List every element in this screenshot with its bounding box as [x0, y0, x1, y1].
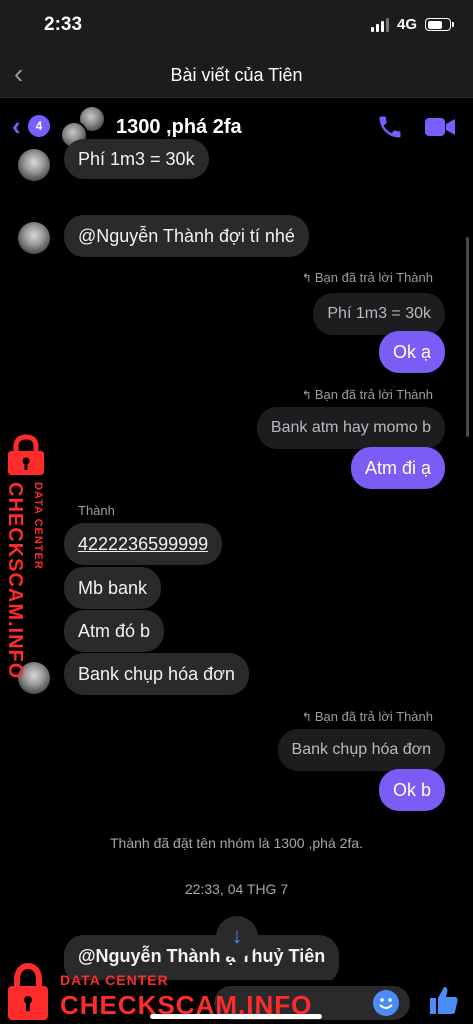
watermark-subtext: DATA CENTER: [60, 972, 169, 988]
status-indicators: 4G: [370, 16, 454, 33]
system-message: Thành đã đặt tên nhóm là 1300 ,phá 2fa.: [110, 835, 363, 851]
emoji-icon[interactable]: [372, 989, 400, 1017]
reply-indicator: ↰ Bạn đã trả lời Thành: [301, 270, 433, 285]
signal-icon: [370, 17, 389, 32]
watermark-side: CHECKSCAM.INFO DATA CENTER: [0, 434, 56, 680]
watermark-text: CHECKSCAM.INFO: [60, 990, 313, 1020]
reply-indicator: ↰ Bạn đã trả lời Thành: [301, 387, 433, 402]
phone-icon[interactable]: [376, 113, 404, 141]
watermark-subtext: DATA CENTER: [32, 482, 44, 570]
avatar: [18, 149, 50, 181]
chat-title[interactable]: 1300 ,phá 2fa: [116, 116, 242, 139]
scrollbar[interactable]: [466, 237, 469, 437]
reply-indicator: ↰ Bạn đã trả lời Thành: [301, 709, 433, 724]
status-time: 2:33: [44, 14, 83, 35]
message-bubble[interactable]: Bank chụp hóa đơn: [64, 653, 249, 695]
message-bubble[interactable]: @Nguyễn Thành đợi tí nhé: [64, 215, 309, 257]
reply-label: Bạn đã trả lời Thành: [314, 270, 433, 285]
video-call-icon[interactable]: [424, 115, 456, 139]
message-bubble[interactable]: Phí 1m3 = 30k: [64, 139, 209, 179]
message-bubble[interactable]: Atm đi ạ: [350, 447, 445, 489]
outer-nav-bar: ‹ Bài viết của Tiên: [0, 52, 473, 98]
network-type: 4G: [396, 16, 417, 33]
chevron-left-icon[interactable]: ‹: [12, 113, 21, 139]
message-list: Phí 1m3 = 30k @Nguyễn Thành đợi tí nhé ↰…: [0, 139, 473, 985]
quoted-message[interactable]: Bank atm hay momo b: [256, 407, 445, 449]
watermark-text: CHECKSCAM.INFO: [4, 482, 26, 680]
reply-label: Bạn đã trả lời Thành: [314, 387, 433, 402]
lock-icon: [8, 962, 48, 1020]
timestamp: 22:33, 04 THG 7: [184, 881, 289, 897]
watermark-bottom: DATA CENTER CHECKSCAM.INFO: [0, 960, 311, 1024]
message-bubble[interactable]: Atm đó b: [64, 610, 165, 652]
reply-label: Bạn đã trả lời Thành: [314, 709, 433, 724]
thumbs-up-icon[interactable]: [426, 984, 460, 1018]
unread-badge[interactable]: 4: [28, 115, 50, 137]
message-bubble[interactable]: Ok b: [378, 769, 445, 811]
quoted-message[interactable]: Phí 1m3 = 30k: [313, 293, 445, 335]
sender-name: Thành: [78, 503, 115, 518]
message-bubble[interactable]: 4222236599999: [64, 523, 223, 565]
message-bubble[interactable]: Mb bank: [64, 567, 162, 609]
quoted-message[interactable]: Bank chụp hóa đơn: [277, 729, 445, 771]
avatar: [18, 222, 50, 254]
status-bar: 2:33 4G: [0, 0, 473, 52]
message-bubble[interactable]: Ok ạ: [378, 331, 445, 373]
outer-title: Bài viết của Tiên: [170, 65, 303, 85]
scroll-down-button[interactable]: ↓: [216, 916, 258, 958]
lock-icon: [8, 434, 44, 475]
battery-icon: [425, 18, 454, 31]
